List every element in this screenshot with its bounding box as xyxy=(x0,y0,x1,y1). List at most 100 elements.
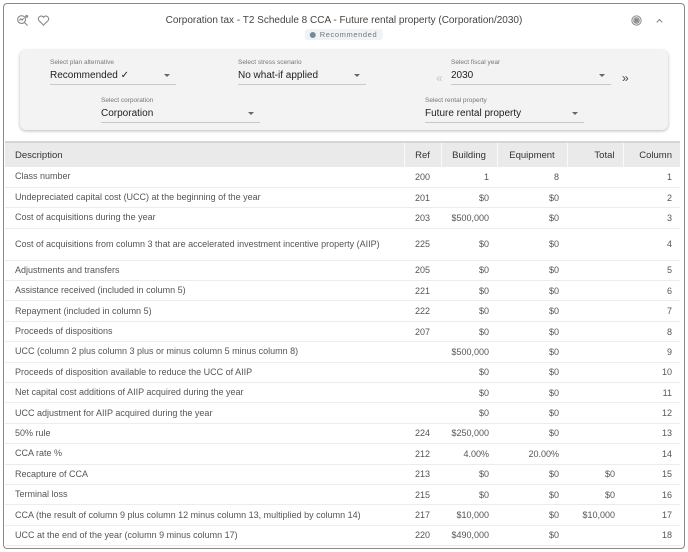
row-equipment-value: $0 xyxy=(497,362,567,384)
fiscal-year-select-field: Select fiscal year 2030 xyxy=(451,59,611,85)
row-description: CCA rate % xyxy=(5,443,404,465)
fiscal-year-select[interactable]: 2030 xyxy=(451,68,611,85)
previous-year-icon[interactable]: « xyxy=(436,72,443,84)
table-row: Adjustments and transfers 205 $0 $0 5 xyxy=(5,260,680,282)
row-description: UCC (column 2 plus column 3 plus or minu… xyxy=(5,341,404,363)
table-row: Assistance received (included in column … xyxy=(5,280,680,302)
column-header-column[interactable]: Column xyxy=(622,142,680,167)
row-column-number: 14 xyxy=(623,443,680,465)
rental-property-select[interactable]: Future rental property xyxy=(425,106,584,123)
table-row: UCC at the end of the year (column 9 min… xyxy=(5,525,680,547)
row-column-number: 9 xyxy=(623,341,680,363)
table-row: Proceeds of dispositions 207 $0 $0 8 xyxy=(5,321,680,343)
fiscal-year-value: 2030 xyxy=(451,70,474,81)
table-row: Proceeds of disposition available to red… xyxy=(5,362,680,384)
row-ref: 205 xyxy=(404,260,441,282)
row-building-value: $0 xyxy=(441,187,497,209)
plan-alternative-label: Select plan alternative xyxy=(50,59,114,66)
chevron-down-icon xyxy=(572,112,578,115)
row-ref xyxy=(404,382,441,404)
column-header-equipment[interactable]: Equipment xyxy=(496,142,567,167)
row-total-value xyxy=(567,187,623,209)
row-ref: 221 xyxy=(404,280,441,302)
stress-scenario-select-field: Select stress scenario No what-if applie… xyxy=(238,59,366,85)
row-description: Terminal loss xyxy=(5,484,404,506)
row-column-number: 15 xyxy=(623,464,680,485)
plan-alternative-select[interactable]: Recommended ✓ xyxy=(50,68,176,85)
table-row: CCA rate % 212 4.00% 20.00% 14 xyxy=(5,443,680,465)
status-badge: Recommended xyxy=(304,29,384,40)
row-building-value: $490,000 xyxy=(441,525,497,547)
row-column-number: 8 xyxy=(623,321,680,343)
row-column-number: 17 xyxy=(623,504,680,526)
rental-property-value: Future rental property xyxy=(425,108,522,119)
corporation-select[interactable]: Corporation xyxy=(101,106,260,123)
row-equipment-value: $0 xyxy=(497,321,567,343)
row-ref xyxy=(404,362,441,384)
row-description: Repayment (included in column 5) xyxy=(5,300,404,322)
panel-header: Corporation tax - T2 Schedule 8 CCA - Fu… xyxy=(4,4,684,48)
corporation-value: Corporation xyxy=(101,108,154,119)
row-ref: 224 xyxy=(404,423,441,445)
row-building-value: $0 xyxy=(441,362,497,384)
row-column-number: 6 xyxy=(623,280,680,302)
row-description: Class number xyxy=(5,167,404,188)
corporation-label: Select corporation xyxy=(101,97,154,104)
next-year-icon[interactable]: » xyxy=(622,72,629,84)
row-total-value xyxy=(567,167,623,188)
row-equipment-value: $0 xyxy=(497,280,567,302)
row-description: UCC at the end of the year (column 9 min… xyxy=(5,525,404,547)
row-total-value xyxy=(567,362,623,384)
row-total-value: $10,000 xyxy=(567,504,623,526)
row-ref xyxy=(404,341,441,363)
row-description: Proceeds of disposition available to red… xyxy=(5,362,404,384)
column-header-building[interactable]: Building xyxy=(440,142,497,167)
row-column-number: 3 xyxy=(623,207,680,229)
plan-alternative-select-field: Select plan alternative Recommended ✓ xyxy=(50,59,176,85)
row-column-number: 16 xyxy=(623,484,680,506)
row-column-number: 18 xyxy=(623,525,680,547)
column-header-total[interactable]: Total xyxy=(566,142,623,167)
row-description: 50% rule xyxy=(5,423,404,445)
report-panel: Corporation tax - T2 Schedule 8 CCA - Fu… xyxy=(3,3,685,549)
rental-property-label: Select rental property xyxy=(425,97,487,104)
table-row: Cost of acquisitions during the year 203 $… xyxy=(5,207,680,229)
row-description: Proceeds of dispositions xyxy=(5,321,404,343)
row-description: Adjustments and transfers xyxy=(5,260,404,282)
row-description: Net capital cost additions of AIIP acqui… xyxy=(5,382,404,404)
row-description: Assistance received (included in column … xyxy=(5,280,404,302)
row-total-value xyxy=(567,423,623,445)
row-equipment-value: $0 xyxy=(497,525,567,547)
row-total-value xyxy=(567,300,623,322)
row-column-number: 5 xyxy=(623,260,680,282)
stress-scenario-select[interactable]: No what-if applied xyxy=(238,68,366,85)
row-column-number: 13 xyxy=(623,423,680,445)
row-column-number: 7 xyxy=(623,300,680,322)
row-building-value: $500,000 xyxy=(441,207,497,229)
row-equipment-value: $0 xyxy=(497,341,567,363)
panel-title: Corporation tax - T2 Schedule 8 CCA - Fu… xyxy=(165,15,523,26)
status-dot-icon xyxy=(309,31,316,38)
chevron-down-icon xyxy=(248,112,254,115)
table-row: Repayment (included in column 5) 222 $0 $0 7 xyxy=(5,300,680,322)
chevron-up-icon[interactable] xyxy=(653,14,666,27)
row-equipment-value: $0 xyxy=(497,464,567,485)
row-column-number: 11 xyxy=(623,382,680,404)
row-equipment-value: $0 xyxy=(497,228,567,261)
row-equipment-value: $0 xyxy=(497,260,567,282)
row-total-value xyxy=(567,321,623,343)
settings-badge-icon[interactable] xyxy=(630,14,643,27)
row-column-number: 12 xyxy=(623,402,680,424)
column-header-ref[interactable]: Ref xyxy=(403,142,441,167)
row-ref: 203 xyxy=(404,207,441,229)
column-header-description[interactable]: Description xyxy=(5,142,404,167)
row-ref: 213 xyxy=(404,464,441,485)
row-equipment-value: 20.00% xyxy=(497,443,567,465)
row-total-value xyxy=(567,525,623,547)
row-building-value: $0 xyxy=(441,464,497,485)
table-row: Net capital cost additions of AIIP acqui… xyxy=(5,382,680,404)
table-header-row: Description Ref Building Equipment Total… xyxy=(5,142,680,167)
plan-alternative-value: Recommended ✓ xyxy=(50,70,129,81)
table-row: 50% rule 224 $250,000 $0 13 xyxy=(5,423,680,445)
cca-table-container: Description Ref Building Equipment Total… xyxy=(4,141,684,547)
